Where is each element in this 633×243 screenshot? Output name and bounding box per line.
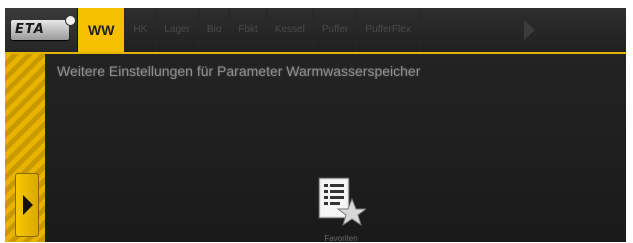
tab-bio[interactable]: Bio <box>199 8 231 52</box>
document-star-icon[interactable] <box>316 175 366 227</box>
main-content: Weitere Einstellungen für Parameter Warm… <box>45 54 626 242</box>
tab-lager[interactable]: Lager <box>156 8 199 52</box>
chevron-right-icon <box>23 195 33 215</box>
chevron-right-icon[interactable] <box>524 20 535 40</box>
logo-badge-icon <box>65 15 76 26</box>
top-navigation-bar: ETA WW HK Lager Bio Fbkt Kessel Puffer P… <box>5 8 626 52</box>
tab-puffer[interactable]: Puffer <box>314 8 358 52</box>
page-title: Weitere Einstellungen für Parameter Warm… <box>57 63 421 79</box>
logo-text: ETA <box>15 22 45 37</box>
app-window: ETA WW HK Lager Bio Fbkt Kessel Puffer P… <box>5 8 626 242</box>
tab-ww[interactable]: WW <box>78 8 126 52</box>
tab-kessel[interactable]: Kessel <box>267 8 314 52</box>
tab-fbkt[interactable]: Fbkt <box>230 8 267 52</box>
tab-hk[interactable]: HK <box>125 8 157 52</box>
tab-pufferflex[interactable]: PufferFlex <box>357 8 420 52</box>
side-panel-stripe <box>5 54 45 242</box>
side-panel-toggle-button[interactable] <box>15 173 39 237</box>
favorites-label: Favoriten <box>324 234 358 242</box>
logo-plate: ETA <box>11 20 69 40</box>
eta-logo[interactable]: ETA <box>5 8 78 52</box>
tab-strip: WW HK Lager Bio Fbkt Kessel Puffer Puffe… <box>78 8 420 52</box>
